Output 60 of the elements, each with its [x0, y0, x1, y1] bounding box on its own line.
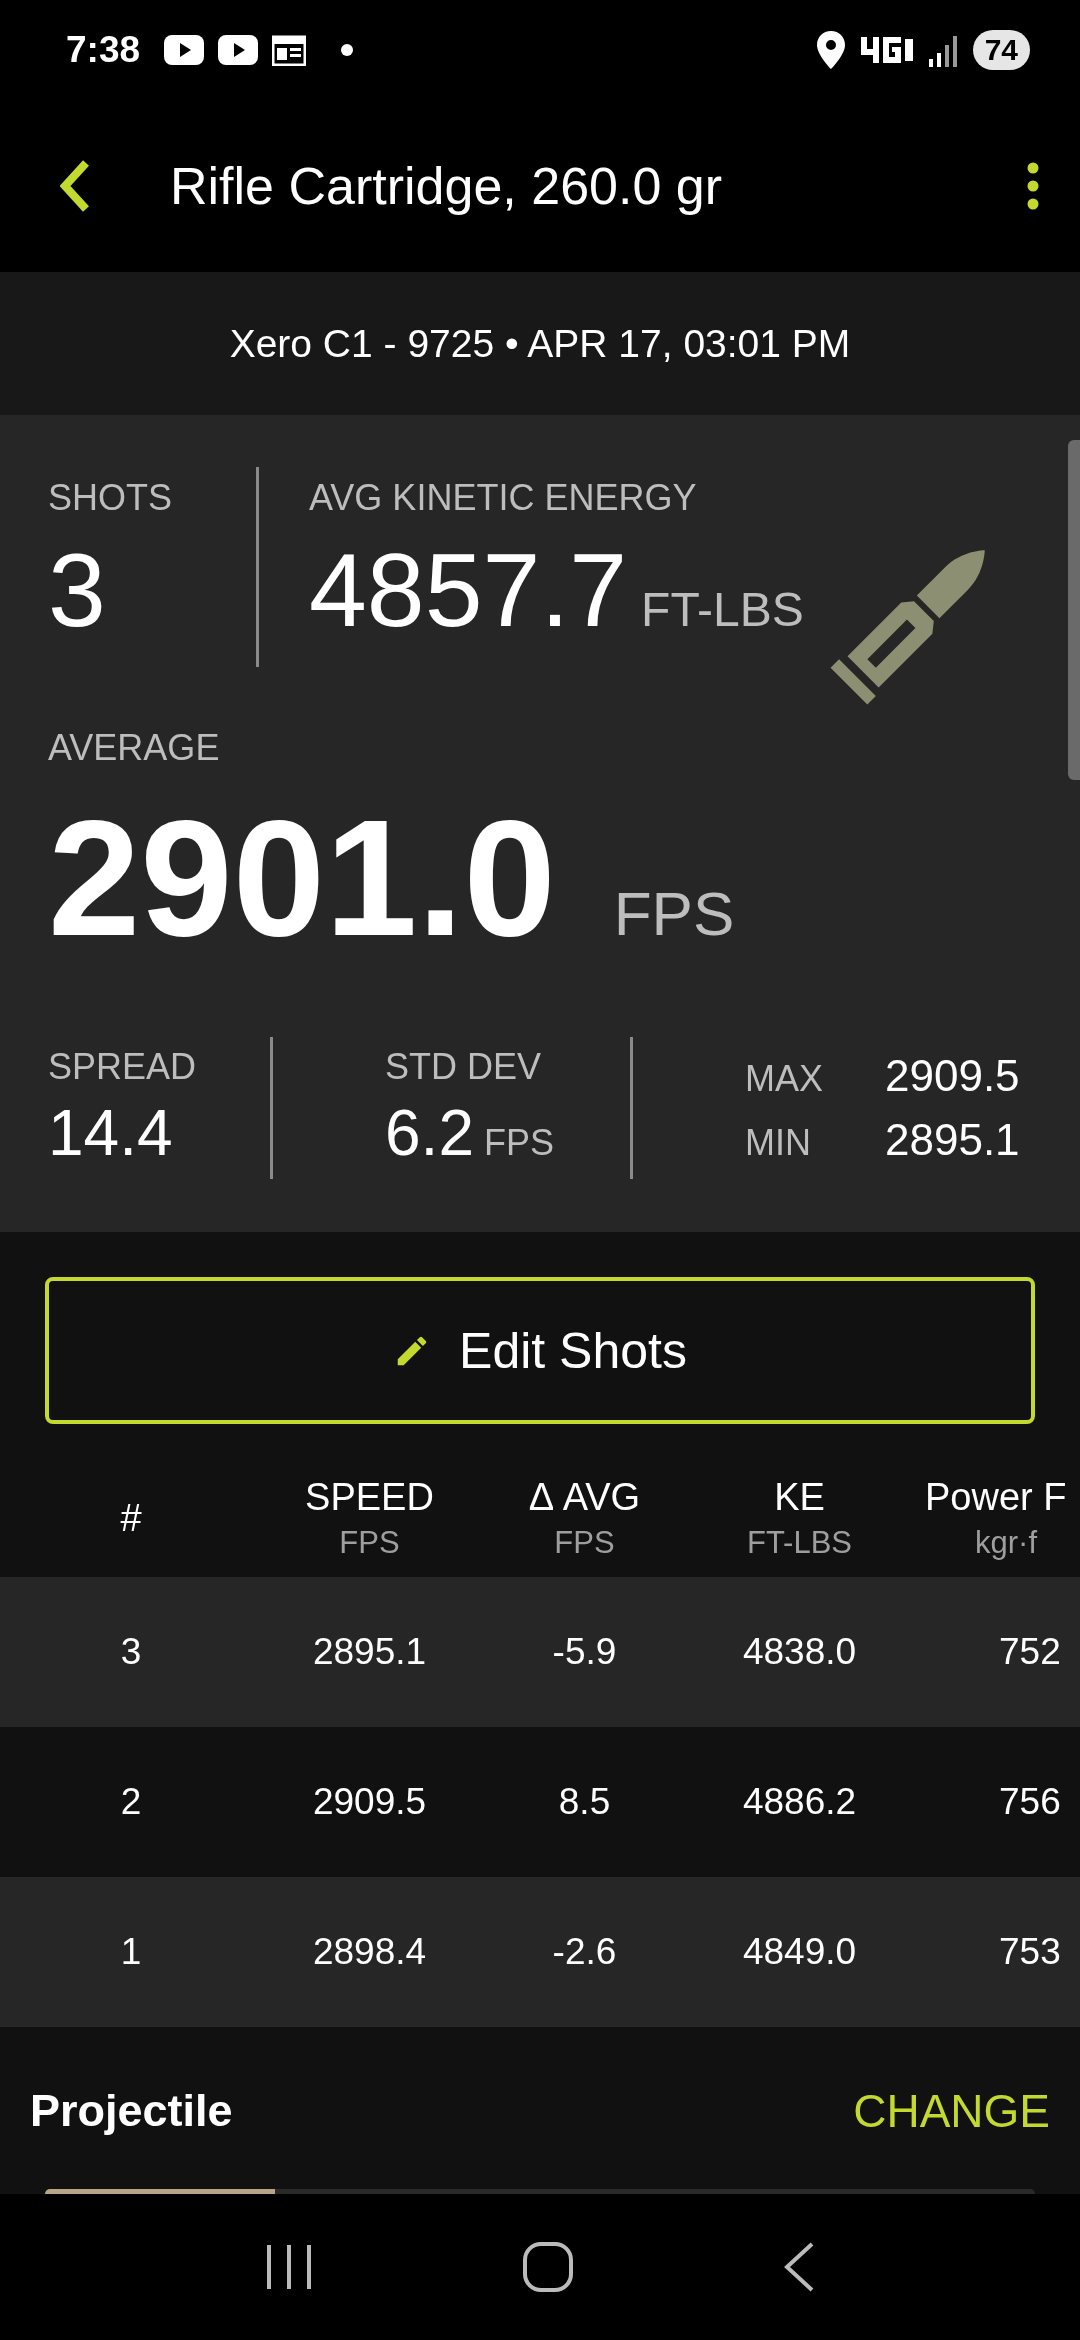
more-menu-icon[interactable]	[1026, 162, 1040, 210]
average-value: 2901.0	[48, 791, 556, 966]
extreme-value: 2895.1	[885, 1115, 1020, 1166]
std-dev-label: STD DEV	[385, 1046, 543, 1089]
table-cell-text: 1	[119, 1931, 143, 1973]
edit-shots-button[interactable]: Edit Shots	[45, 1277, 1035, 1424]
scrollbar[interactable]	[1068, 440, 1080, 780]
extreme-label: MIN	[745, 1122, 812, 1165]
battery-level: 74	[972, 30, 1030, 70]
column-unit: FPS	[554, 1524, 615, 1561]
calendar-icon	[272, 34, 307, 66]
table-cell-text: 2898.4	[311, 1931, 428, 1973]
home-icon[interactable]	[522, 2241, 574, 2293]
std-dev-value: 6.2	[385, 1096, 474, 1171]
change-link[interactable]: CHANGE	[853, 2083, 1050, 2138]
video-play-icon	[218, 35, 259, 65]
spread-value: 14.4	[48, 1096, 174, 1171]
column-header: Power F	[925, 1475, 1067, 1519]
network-type-icon	[858, 35, 915, 65]
extreme-value: 2909.5	[885, 1051, 1020, 1102]
average-unit: FPS	[613, 878, 735, 949]
table-cell-text: 2909.5	[311, 1781, 428, 1823]
table-cell-text: 2895.1	[311, 1631, 428, 1673]
recent-apps-icon[interactable]	[264, 2243, 313, 2291]
column-header: #	[120, 1496, 142, 1540]
back-icon[interactable]	[783, 2242, 816, 2292]
table-cell-text: 4849.0	[741, 1931, 858, 1973]
column-header: KE	[774, 1475, 825, 1519]
shots-value: 3	[48, 533, 107, 648]
table-cell-text: 4886.2	[741, 1781, 858, 1823]
status-time: 7:38	[66, 29, 141, 71]
std-dev-unit: FPS	[483, 1122, 554, 1165]
section-title: Projectile	[30, 2084, 233, 2137]
column-header: SPEED	[305, 1475, 434, 1519]
energy-label: AVG KINETIC ENERGY	[309, 477, 698, 519]
table-cell-text: 4838.0	[741, 1631, 858, 1673]
table-cell-text: 756	[998, 1781, 1062, 1823]
device-info: Xero C1 - 9725 • APR 17, 03:01 PM	[229, 321, 851, 366]
column-unit: FPS	[339, 1524, 400, 1561]
shots-label: SHOTS	[48, 477, 172, 519]
spread-label: SPREAD	[48, 1046, 198, 1089]
column-unit: kgr·f	[975, 1524, 1037, 1561]
table-cell-text: -5.9	[551, 1631, 618, 1673]
table-cell-text: 753	[998, 1931, 1062, 1973]
table-cell-text: 8.5	[557, 1781, 612, 1823]
table-cell-text: 752	[998, 1631, 1062, 1673]
column-header: Δ AVG	[528, 1475, 641, 1519]
dot-icon	[340, 43, 355, 57]
video-play-icon	[164, 35, 205, 65]
screen-title: Rifle Cartridge, 260.0 gr	[170, 156, 724, 216]
average-label: AVERAGE	[48, 727, 220, 768]
extreme-label: MAX	[745, 1058, 824, 1101]
table-cell-text: -2.6	[551, 1931, 618, 1973]
location-pin-icon	[816, 31, 845, 69]
table-cell-text: 3	[119, 1631, 143, 1673]
energy-value: 4857.7	[309, 533, 628, 648]
column-unit: FT-LBS	[746, 1524, 853, 1561]
signal-bars-icon	[928, 33, 959, 67]
energy-unit: FT-LBS	[641, 582, 804, 637]
table-cell-text: 2	[119, 1781, 143, 1823]
